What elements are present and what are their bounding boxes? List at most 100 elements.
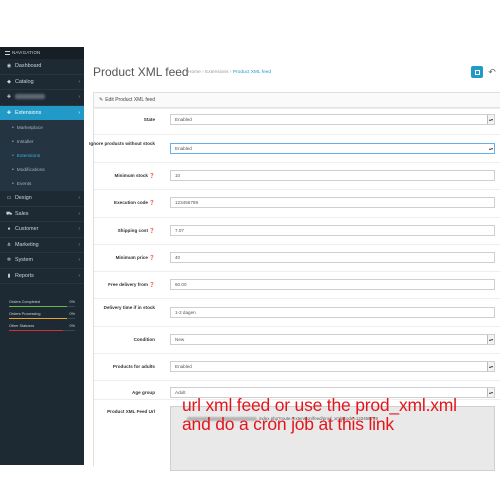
chevron-right-icon: › — [78, 272, 80, 279]
state-select[interactable]: Enabled ▴▾ — [170, 114, 495, 125]
sidebar-subitem-marketplace[interactable]: • Marketplace — [0, 121, 84, 135]
shipping-cost-input[interactable]: 7.07 — [170, 225, 495, 236]
progress-label: Orders Completed — [9, 300, 41, 304]
condition-label: Condition — [133, 337, 155, 342]
subitem-label: Extensions — [16, 154, 41, 159]
share-icon: ⋔ — [6, 241, 12, 248]
state-label: State — [143, 117, 155, 122]
chevron-right-icon: › — [78, 210, 80, 217]
sidebar-item-marketing[interactable]: ⋔ Marketing › — [0, 238, 84, 253]
age-group-label: Age group — [132, 390, 155, 395]
chevron-down-icon: › — [78, 109, 80, 116]
help-icon: ❓ — [149, 228, 155, 233]
delivery-time-label: Delivery time if in stock — [103, 305, 155, 310]
form-row-adults: Products for adults Enabled ▴▾ — [94, 353, 500, 380]
sidebar-item-extensions[interactable]: ✚ Extensions › — [0, 105, 84, 121]
bar-chart-icon: ▮ — [7, 272, 11, 279]
back-button[interactable]: ↶ — [486, 66, 498, 78]
order-status-progress: Orders Completed 0% Orders Processing 0%… — [0, 299, 84, 334]
annotation-overlay: url xml feed or use the prod_xml.xml and… — [182, 396, 457, 434]
progress-value: 0% — [69, 324, 76, 328]
progress-fill — [9, 306, 68, 307]
sidebar-item-dashboard[interactable]: ◉ Dashboard — [0, 59, 84, 75]
subitem-label: Marketplace — [16, 126, 43, 131]
subitem-label: Modifications — [16, 168, 45, 173]
breadcrumb-separator: › — [202, 70, 204, 75]
ignore-stock-label: Ignore products without stock — [89, 141, 155, 146]
breadcrumb-home[interactable]: Home — [188, 70, 201, 75]
bullet-icon: • — [12, 139, 14, 145]
form-row-execution-code: Execution code ❓ 123456789 — [94, 189, 500, 217]
form-row-minimum-stock: Minimum stock ❓ 10 — [94, 162, 500, 189]
sidebar-item-label: Marketing — [15, 241, 39, 248]
navigation-header[interactable]: NAVIGATION — [0, 47, 84, 59]
monitor-icon: ▭ — [6, 195, 12, 201]
breadcrumb-separator: › — [229, 70, 232, 75]
form-row-free-delivery: Free delivery from ❓ 60.00 — [94, 271, 500, 298]
bullet-icon: • — [12, 153, 14, 159]
minimum-stock-label: Minimum stock ❓ — [114, 173, 155, 178]
sidebar-subitem-events[interactable]: • Events — [0, 177, 84, 191]
chevron-right-icon: › — [78, 226, 80, 232]
main-content: Product XML feed Home › Extensions › Pro… — [84, 47, 500, 471]
tag-icon: ◆ — [7, 78, 11, 85]
progress-label: Other Statuses — [9, 324, 35, 328]
breadcrumb-current[interactable]: Product XML feed — [233, 70, 271, 75]
pencil-icon: ✎ — [99, 97, 104, 103]
sidebar-item-reports[interactable]: ▮ Reports › — [0, 269, 84, 284]
adults-select[interactable]: Enabled ▴▾ — [170, 361, 495, 372]
progress-fill — [9, 318, 68, 319]
sidebar-item-system[interactable]: ✲ System › — [0, 253, 84, 269]
annotation-line-1: url xml feed or use the prod_xml.xml — [182, 395, 457, 415]
user-icon: ● — [7, 226, 11, 232]
bullet-icon: • — [12, 125, 14, 131]
sidebar-item-label: Dashboard — [15, 63, 42, 69]
form-row-state: State Enabled ▴▾ — [94, 108, 500, 134]
sidebar-item-blurred[interactable]: ✚ › — [0, 90, 84, 106]
panel-heading: ✎ Edit Product XML feed — [94, 93, 500, 108]
cart-icon: ⛟ — [6, 210, 13, 217]
dashboard-icon: ◉ — [6, 63, 12, 69]
form-row-condition: Condition New ▴▾ — [94, 326, 500, 353]
progress-value: 0% — [69, 312, 76, 316]
chevron-right-icon: › — [78, 195, 80, 201]
chevron-right-icon: › — [78, 94, 80, 100]
sidebar-subitem-modifications[interactable]: • Modifications — [0, 163, 84, 177]
execution-code-label: Execution code ❓ — [114, 200, 155, 205]
free-delivery-input[interactable]: 60.00 — [170, 279, 495, 290]
help-icon: ❓ — [149, 200, 155, 205]
menu-icon — [5, 50, 10, 55]
delivery-time-input[interactable]: 1-2 dagen — [170, 307, 495, 318]
progress-value: 0% — [69, 300, 76, 304]
adults-label: Products for adults — [112, 364, 155, 369]
page-title: Product XML feed — [93, 65, 189, 79]
ignore-stock-select[interactable]: Enabled ▴▾ — [170, 143, 495, 154]
minimum-price-input[interactable]: 40 — [170, 252, 495, 263]
sidebar-item-sales[interactable]: ⛟ Sales › — [0, 207, 84, 222]
select-arrow-icon: ▴▾ — [487, 335, 494, 344]
execution-code-input[interactable]: 123456789 — [170, 197, 495, 208]
sidebar-subitem-extensions[interactable]: • Extensions — [0, 149, 84, 163]
minimum-stock-input[interactable]: 10 — [170, 170, 495, 181]
breadcrumb-extensions[interactable]: Extensions — [205, 70, 228, 75]
sidebar-item-label: Customer — [15, 226, 39, 232]
condition-select[interactable]: New ▴▾ — [170, 334, 495, 345]
chevron-right-icon: › — [78, 78, 80, 85]
help-icon: ❓ — [149, 255, 155, 260]
sidebar-item-catalog[interactable]: ◆ Catalog › — [0, 75, 84, 90]
chevron-right-icon: › — [78, 257, 80, 263]
form-row-feed-url: Product XML Feed Url index.php?route=ext… — [94, 396, 500, 471]
progress-track — [9, 306, 75, 307]
puzzle-icon: ✚ — [6, 94, 12, 100]
save-button[interactable] — [471, 66, 483, 78]
sidebar-item-label: Reports — [15, 272, 34, 279]
sidebar-item-customer[interactable]: ● Customer › — [0, 222, 84, 238]
sidebar-subitem-installer[interactable]: • Installer — [0, 135, 84, 149]
progress-fill — [9, 330, 64, 331]
sidebar-item-label: Design — [15, 195, 32, 201]
puzzle-icon: ✚ — [6, 109, 12, 116]
shipping-cost-label: Shipping cost ❓ — [117, 228, 155, 233]
sidebar-item-design[interactable]: ▭ Design › — [0, 191, 84, 207]
reply-arrow-icon: ↶ — [488, 67, 496, 77]
sidebar-item-label: System — [15, 257, 33, 263]
